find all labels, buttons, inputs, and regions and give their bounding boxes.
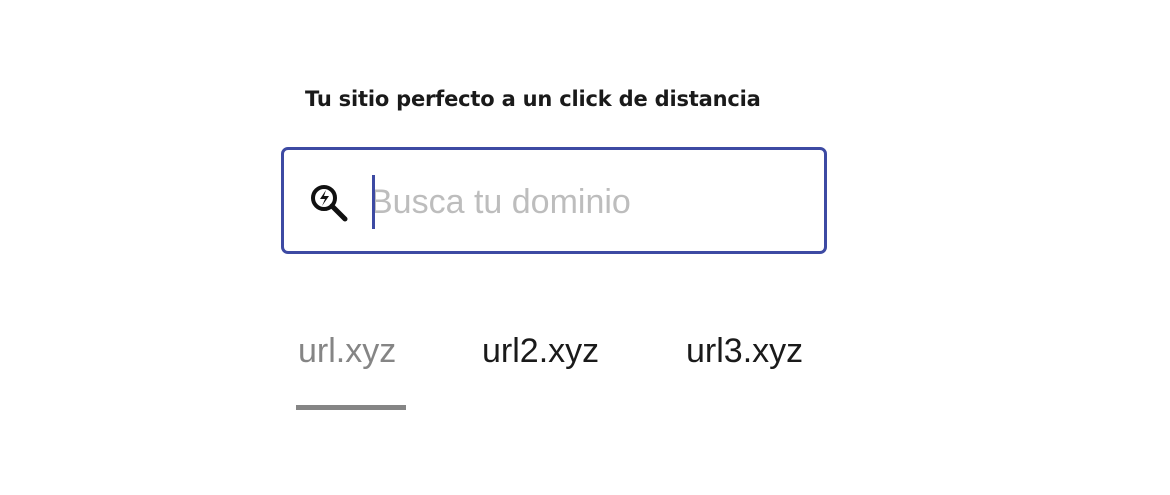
tab-url2[interactable]: url2.xyz [482, 332, 599, 371]
text-cursor [372, 175, 375, 229]
search-icon [309, 183, 351, 225]
domain-search-box[interactable] [281, 147, 827, 254]
domain-search-input[interactable] [370, 175, 800, 229]
page-headline: Tu sitio perfecto a un click de distanci… [305, 87, 761, 111]
domain-search-page: Tu sitio perfecto a un click de distanci… [0, 0, 1170, 495]
active-tab-indicator [296, 405, 406, 410]
tab-url3[interactable]: url3.xyz [686, 332, 803, 371]
tab-url[interactable]: url.xyz [298, 332, 396, 371]
